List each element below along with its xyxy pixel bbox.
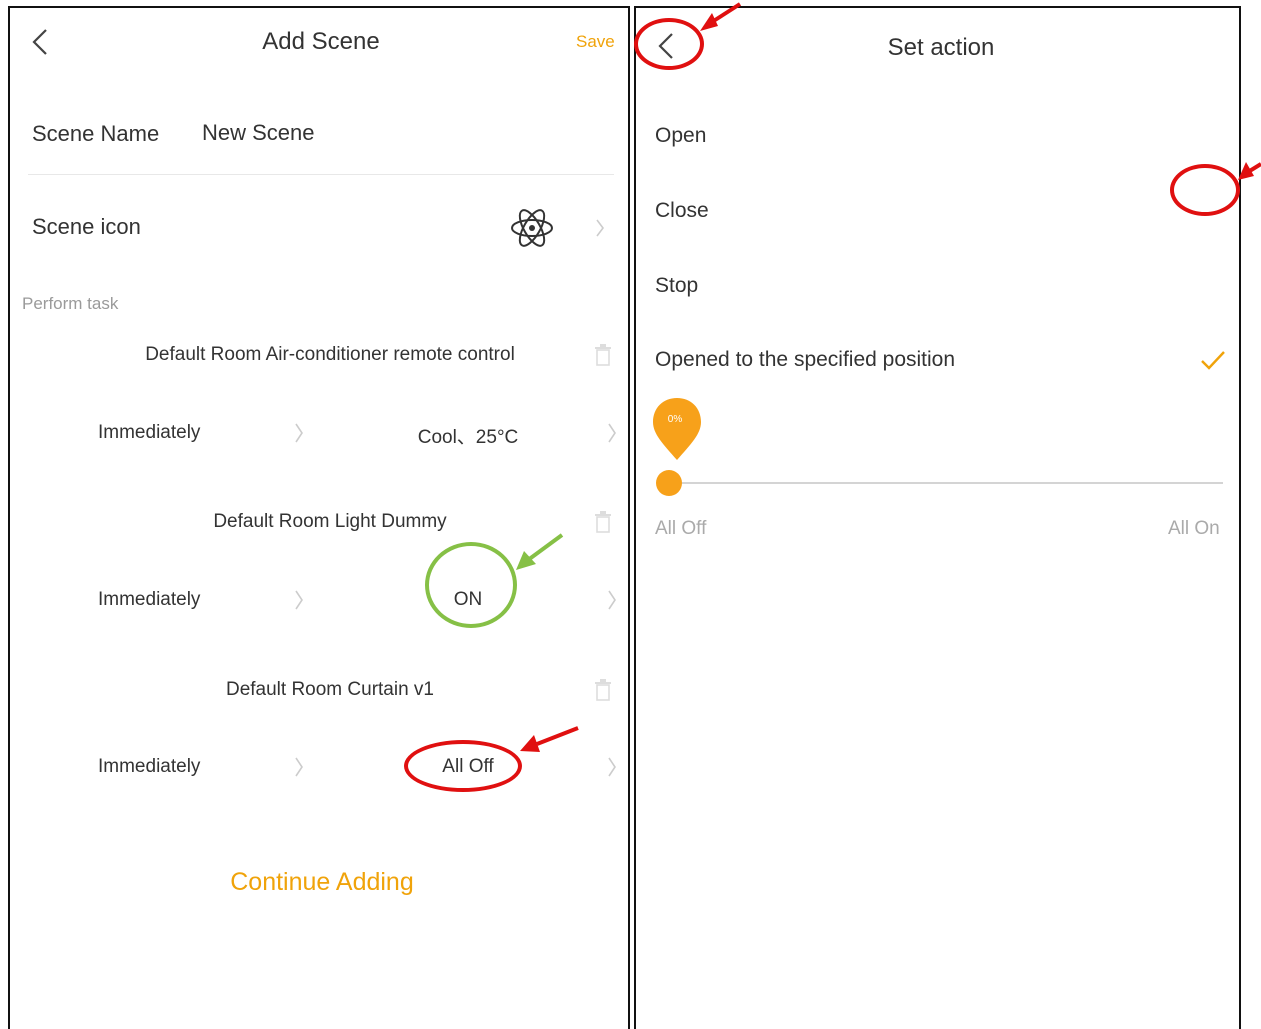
add-scene-screen: Add Scene Save Scene Name New Scene Scen… — [8, 6, 630, 1029]
slider-min-label: All Off — [655, 518, 707, 539]
checkmark-icon — [1200, 350, 1226, 375]
chevron-right-icon — [294, 756, 304, 778]
option-close[interactable]: Close — [655, 199, 709, 223]
slider-max-label: All On — [1168, 518, 1220, 539]
task-timing[interactable]: Immediately — [98, 589, 200, 611]
scene-icon-label: Scene icon — [32, 214, 141, 239]
scene-name-label: Scene Name — [32, 121, 160, 146]
scene-icon-row[interactable]: Scene icon — [20, 194, 620, 264]
atom-icon — [510, 206, 554, 255]
annotation-circle-back — [634, 18, 704, 70]
slider-value-label: 0% — [667, 414, 683, 425]
chevron-right-icon — [595, 218, 605, 238]
task-device-name: Default Room Curtain v1 — [225, 679, 435, 700]
trash-icon[interactable] — [594, 679, 612, 706]
divider — [28, 174, 614, 175]
option-open[interactable]: Open — [655, 124, 706, 148]
annotation-circle-empty — [1170, 164, 1240, 216]
continue-adding-button[interactable]: Continue Adding — [10, 868, 628, 897]
trash-icon[interactable] — [594, 344, 612, 371]
slider-track[interactable] — [661, 482, 1223, 484]
chevron-right-icon — [607, 756, 617, 778]
chevron-right-icon — [607, 589, 617, 611]
task-device-name: Default Room Light Dummy — [213, 511, 447, 532]
task-timing[interactable]: Immediately — [98, 422, 200, 444]
scene-name-field[interactable]: New Scene — [202, 120, 315, 146]
slider-value-bubble: 0% — [651, 396, 703, 467]
task-action[interactable]: Cool、25°C — [370, 422, 566, 449]
save-button[interactable]: Save — [576, 32, 615, 52]
set-action-screen: Set action Open Close Stop Opened to the… — [634, 6, 1241, 1029]
page-title: Set action — [887, 34, 995, 61]
chevron-right-icon — [294, 589, 304, 611]
chevron-right-icon — [294, 422, 304, 444]
chevron-right-icon — [607, 422, 617, 444]
trash-icon[interactable] — [594, 511, 612, 538]
slider-knob[interactable] — [656, 470, 682, 496]
page-title: Add Scene — [262, 28, 380, 55]
task-timing[interactable]: Immediately — [98, 756, 200, 778]
task-device-name: Default Room Air-conditioner remote cont… — [145, 344, 515, 365]
option-opened-to-position[interactable]: Opened to the specified position — [655, 348, 955, 372]
annotation-circle-on — [425, 542, 517, 628]
perform-task-heading: Perform task — [22, 294, 119, 313]
option-stop[interactable]: Stop — [655, 274, 698, 298]
annotation-circle-all-off — [404, 740, 522, 792]
